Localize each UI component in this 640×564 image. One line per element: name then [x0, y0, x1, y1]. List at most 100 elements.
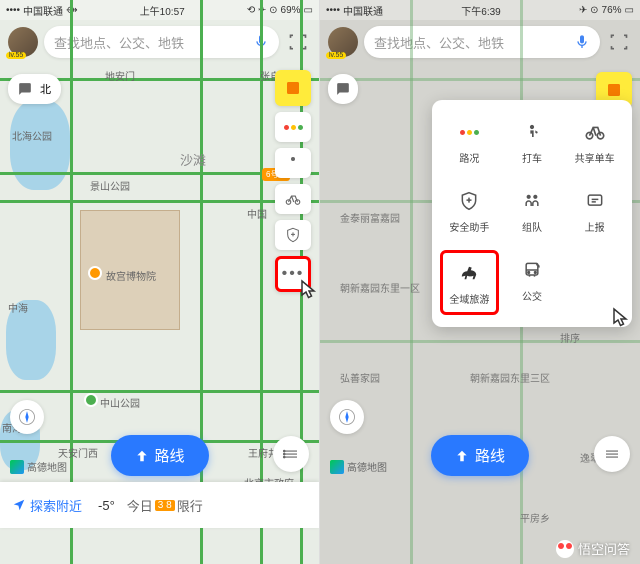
weather-label: 北: [40, 81, 51, 97]
layers-button[interactable]: [273, 436, 309, 472]
layers-icon: [282, 445, 300, 463]
map-label: 平房乡: [520, 510, 550, 525]
map-label: 北海公园: [12, 128, 52, 143]
popup-label: 组队: [522, 219, 542, 234]
map-label: 中山公园: [100, 395, 140, 410]
avatar[interactable]: lv.55: [328, 27, 358, 57]
compass-icon: [17, 407, 37, 427]
tool-taxi[interactable]: [275, 148, 311, 178]
shield-icon: [453, 187, 485, 215]
tool-more-button[interactable]: •••: [275, 256, 311, 292]
arrow-up-icon: [455, 449, 469, 463]
popup-item-report[interactable]: 上报: [565, 181, 624, 240]
location-arrow-icon: [12, 498, 26, 512]
message-pill[interactable]: [328, 74, 358, 104]
route-label: 路线: [154, 445, 184, 466]
layers-icon: [603, 445, 621, 463]
road: [200, 0, 203, 564]
pointer-cursor-icon: [606, 303, 638, 335]
tool-bike[interactable]: [275, 184, 311, 214]
china-label: 中国: [247, 206, 267, 221]
road: [70, 0, 73, 564]
team-icon: [516, 187, 548, 215]
restrict-numbers: 3 8: [155, 500, 175, 511]
popup-item-bus[interactable]: 公交: [503, 250, 562, 315]
popup-item-shield[interactable]: 安全助手: [440, 181, 499, 240]
watermark-logo-icon: [556, 540, 574, 558]
map-label: 朝新嘉园东里一区: [340, 280, 420, 295]
popup-label: 路况: [459, 150, 479, 165]
weather-pill[interactable]: 北: [8, 74, 61, 104]
popup-item-traffic[interactable]: 路况: [440, 112, 499, 171]
popup-label: 公交: [522, 288, 542, 303]
restrict-suffix: 限行: [177, 496, 203, 515]
avatar-level-badge: lv.55: [6, 52, 26, 59]
popup-label: 安全助手: [449, 219, 489, 234]
temperature-label: -5°: [98, 498, 115, 513]
traffic-restriction[interactable]: 今日 3 8 限行: [127, 496, 203, 515]
taxi-icon: [516, 118, 548, 146]
road: [320, 78, 640, 81]
logo-text: 高德地图: [27, 459, 67, 474]
popup-label: 共享单车: [575, 150, 615, 165]
pointer-cursor-icon: [294, 275, 320, 307]
route-button[interactable]: 路线: [431, 435, 529, 476]
map-label: 沙滩: [180, 150, 206, 169]
popup-label: 上报: [585, 219, 605, 234]
avatar[interactable]: lv.55: [8, 27, 38, 57]
road: [0, 390, 319, 393]
map-label: 金泰丽富嘉园: [340, 210, 400, 225]
road: [0, 200, 319, 203]
restrict-today: 今日: [127, 496, 153, 515]
route-button[interactable]: 路线: [110, 435, 208, 476]
compass-button[interactable]: [10, 400, 44, 434]
map-label: 故宫博物院: [106, 268, 156, 283]
map-label: 天安门西: [58, 445, 98, 460]
poi-icon: [88, 266, 102, 280]
popup-label: 全域旅游: [449, 291, 489, 306]
route-label: 路线: [475, 445, 505, 466]
road: [320, 340, 640, 343]
bike-icon: [579, 118, 611, 146]
popup-label: 打车: [522, 150, 542, 165]
popup-item-tourism[interactable]: 全域旅游: [440, 250, 499, 315]
map-label: 排序: [560, 330, 580, 345]
tool-notes[interactable]: [275, 70, 311, 106]
logo-text: 高德地图: [347, 459, 387, 474]
avatar-level-badge: lv.55: [326, 52, 346, 59]
watermark-text: 悟空问答: [578, 539, 630, 558]
bus-icon: [516, 256, 548, 284]
bottom-bar: 探索附近 -5° 今日 3 8 限行: [0, 482, 319, 528]
lake-beihai: [10, 100, 70, 190]
popup-item-taxi[interactable]: 打车: [503, 112, 562, 171]
map-label: 地安门: [105, 68, 135, 83]
side-toolbar: •••: [275, 70, 311, 292]
traffic-light-icon: [453, 118, 485, 146]
map-label: 弘善家园: [340, 370, 380, 385]
phone-screenshot-left: 地安门 张自忠路 北海公园 沙滩 景山公园 6号线 故宫博物院 中海 中山公园 …: [0, 0, 320, 564]
phone-screenshot-right: 金泰丽富嘉园 朝新嘉园东里一区 排序 弘善家园 朝新嘉园东里三区 逸翠动力 平房…: [320, 0, 640, 564]
layers-button[interactable]: [594, 436, 630, 472]
popup-item-team[interactable]: 组队: [503, 181, 562, 240]
message-icon: [14, 78, 36, 100]
report-icon: [579, 187, 611, 215]
tool-shield[interactable]: [275, 220, 311, 250]
explore-label: 探索附近: [30, 496, 82, 515]
arrow-up-icon: [134, 449, 148, 463]
explore-nearby-button[interactable]: 探索附近: [12, 496, 82, 515]
map-label: 朝新嘉园东里三区: [470, 370, 550, 385]
compass-icon: [337, 407, 357, 427]
compass-button[interactable]: [330, 400, 364, 434]
traffic-light-icon: [284, 125, 303, 130]
map-logo: 高德地图: [330, 459, 387, 474]
tool-traffic[interactable]: [275, 112, 311, 142]
poi-icon: [84, 393, 98, 407]
logo-icon: [10, 460, 24, 474]
popup-item-bike[interactable]: 共享单车: [565, 112, 624, 171]
message-icon: [332, 78, 354, 100]
logo-icon: [330, 460, 344, 474]
tools-popup: 路况 打车 共享单车 安全助手 组队: [432, 100, 632, 327]
watermark: 悟空问答: [556, 539, 630, 558]
horse-icon: [453, 259, 485, 287]
map-label: 景山公园: [90, 178, 130, 193]
